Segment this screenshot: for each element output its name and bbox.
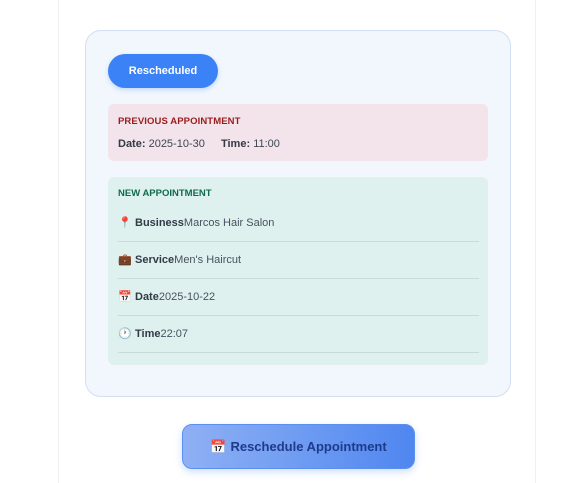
new-appointment-details: 📍 Business Marcos Hair Salon 💼 Service M… — [118, 205, 479, 353]
detail-value: Marcos Hair Salon — [183, 217, 275, 229]
calendar-icon: 📅 — [210, 438, 227, 454]
clock-icon: 🕐 — [118, 328, 132, 340]
detail-row-date: 📅 Date 2025-10-22 — [118, 279, 479, 316]
briefcase-icon: 💼 — [118, 254, 132, 266]
detail-row-service: 💼 Service Men's Haircut — [118, 242, 479, 279]
previous-appointment-title: PREVIOUS APPOINTMENT — [118, 116, 241, 127]
reschedule-appointment-label: Reschedule Appointment — [230, 439, 387, 454]
appointment-card: Rescheduled PREVIOUS APPOINTMENT Date: 2… — [85, 30, 511, 397]
reschedule-appointment-button[interactable]: 📅 Reschedule Appointment — [182, 424, 415, 469]
new-appointment-panel: NEW APPOINTMENT 📍 Business Marcos Hair S… — [108, 177, 488, 365]
previous-appointment-panel: PREVIOUS APPOINTMENT Date: 2025-10-30 Ti… — [108, 104, 488, 161]
detail-label: Business — [135, 217, 184, 229]
detail-label: Service — [135, 254, 175, 266]
status-badge: Rescheduled — [108, 54, 218, 88]
detail-row-time: 🕐 Time 22:07 — [118, 316, 479, 353]
previous-date-label: Date: — [118, 138, 146, 150]
previous-time-value: 11:00 — [253, 138, 280, 150]
detail-row-business: 📍 Business Marcos Hair Salon — [118, 205, 479, 242]
previous-appointment-details: Date: 2025-10-30 Time: 11:00 — [118, 138, 478, 151]
calendar-icon: 📅 — [118, 291, 132, 303]
detail-label: Date — [135, 291, 159, 303]
detail-value: 2025-10-22 — [158, 291, 216, 303]
detail-value: Men's Haircut — [174, 254, 242, 266]
new-appointment-title: NEW APPOINTMENT — [118, 188, 212, 199]
pin-icon: 📍 — [118, 217, 132, 229]
detail-label: Time — [135, 328, 161, 340]
previous-time-label: Time: — [220, 138, 251, 150]
detail-value: 22:07 — [160, 328, 189, 340]
previous-date-value: 2025-10-30 — [148, 138, 205, 150]
